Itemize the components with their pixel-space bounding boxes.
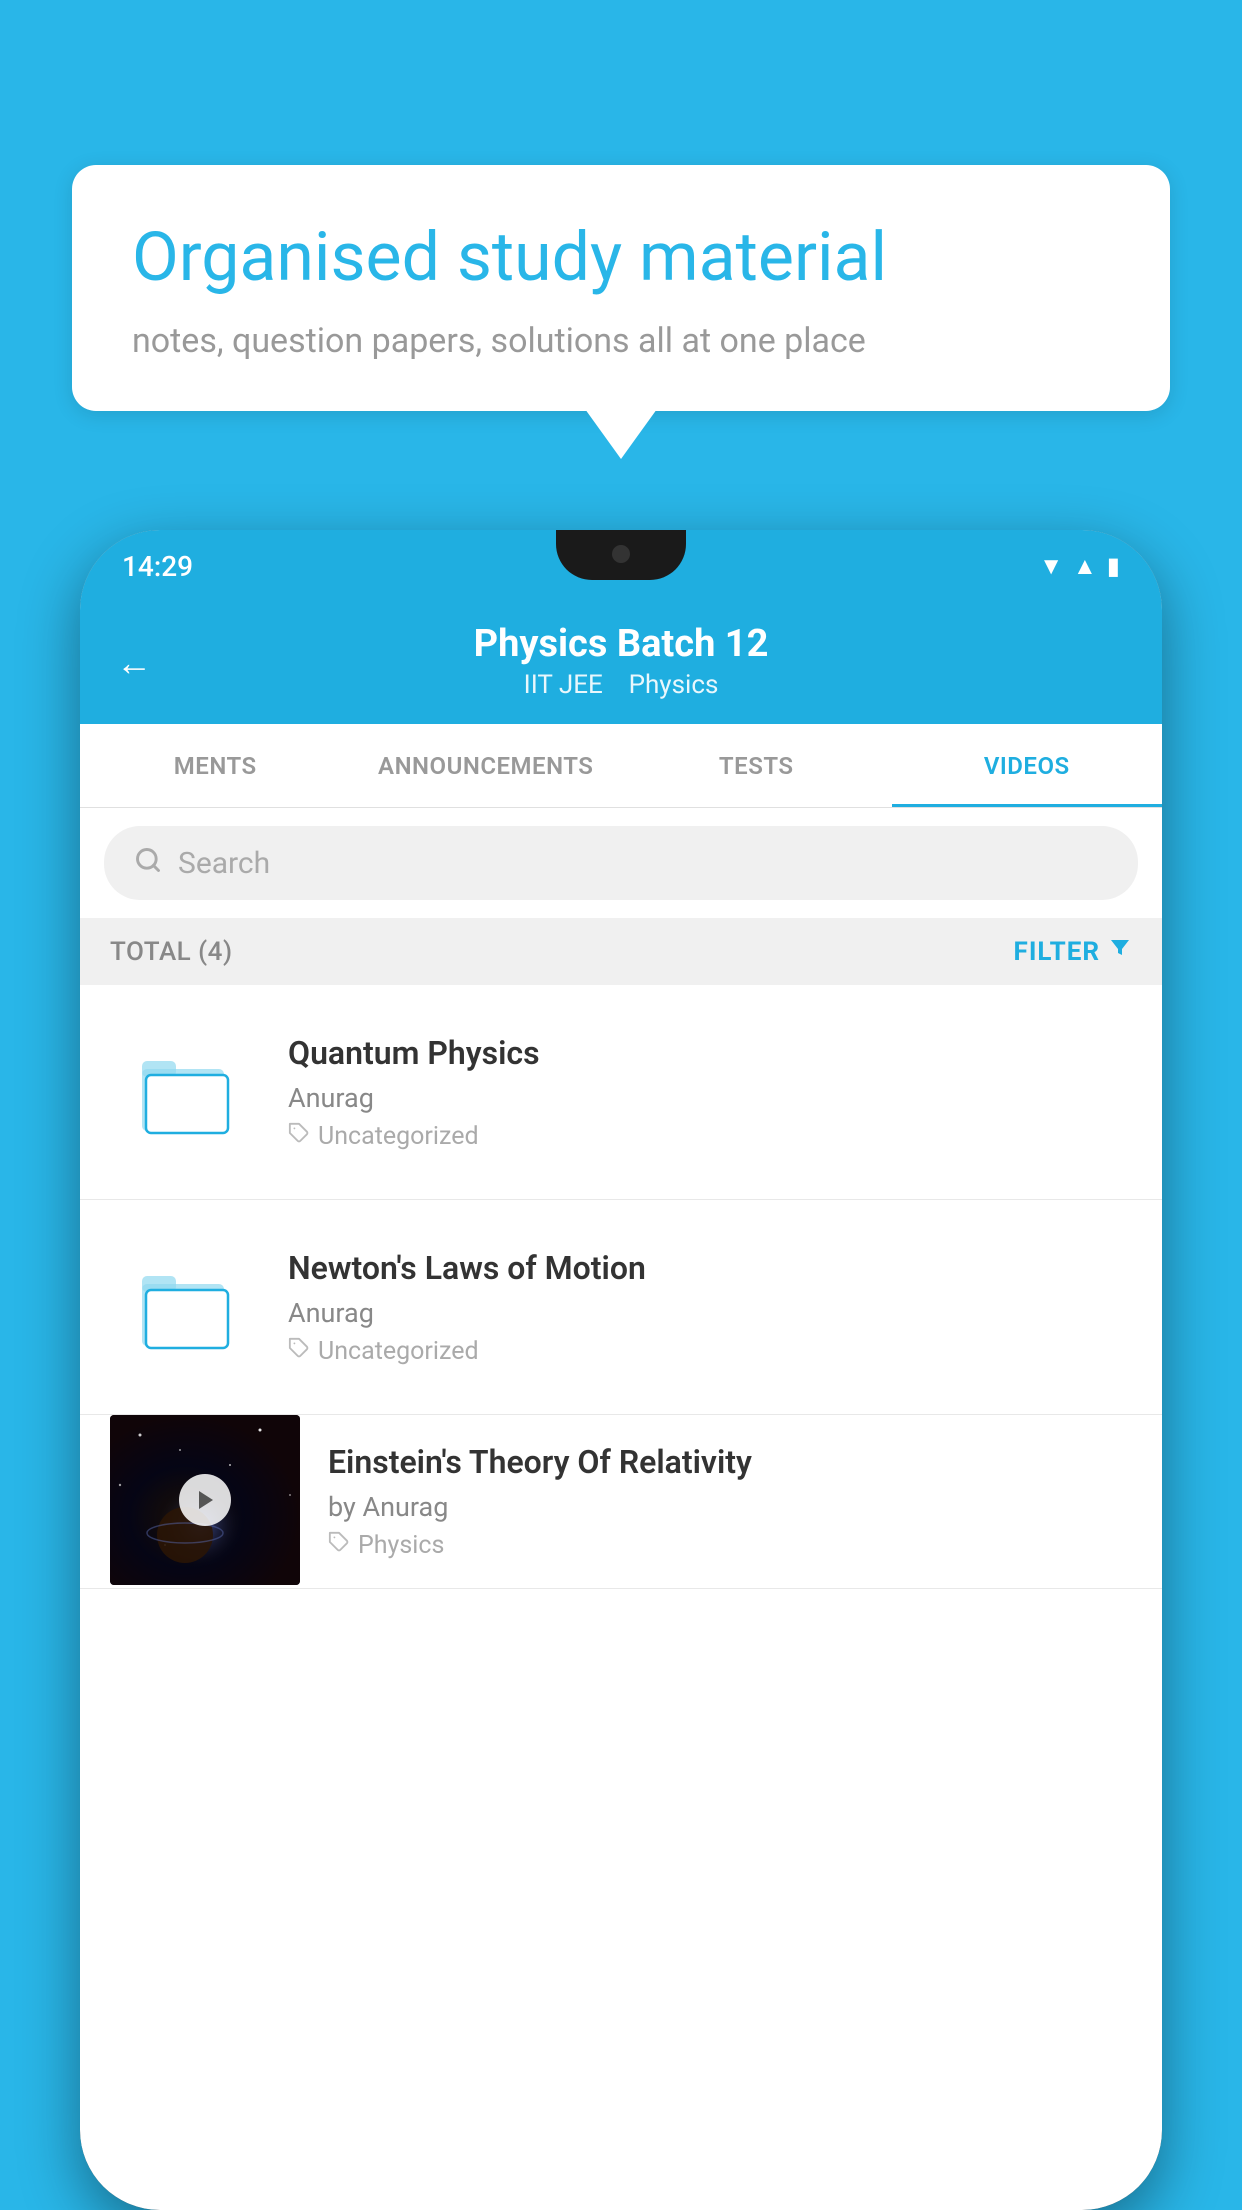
front-camera xyxy=(612,545,630,563)
tabs-bar: MENTS ANNOUNCEMENTS TESTS VIDEOS xyxy=(80,724,1162,808)
app-header: ← Physics Batch 12 IIT JEE Physics xyxy=(80,602,1162,724)
video-tag: Uncategorized xyxy=(288,1337,1132,1366)
tab-tests[interactable]: TESTS xyxy=(621,724,892,807)
back-button[interactable]: ← xyxy=(116,642,152,684)
tag-icon xyxy=(288,1337,310,1366)
speech-bubble: Organised study material notes, question… xyxy=(72,165,1170,411)
tag-text: Uncategorized xyxy=(318,1122,479,1151)
video-author: Anurag xyxy=(288,1082,1132,1114)
list-item[interactable]: Quantum Physics Anurag Uncategorized xyxy=(80,985,1162,1200)
tag-icon xyxy=(328,1531,350,1560)
filter-button[interactable]: FILTER xyxy=(1014,936,1132,967)
video-author: by Anurag xyxy=(328,1491,1132,1523)
video-thumbnail xyxy=(110,1415,300,1585)
folder-icon-container xyxy=(130,1037,240,1147)
search-bar-container: Search xyxy=(80,808,1162,918)
wifi-icon: ▼ xyxy=(1039,552,1063,581)
item-thumbnail xyxy=(110,1232,260,1382)
item-info: Einstein's Theory Of Relativity by Anura… xyxy=(328,1415,1132,1588)
video-title: Newton's Laws of Motion xyxy=(288,1249,1132,1287)
speech-bubble-subtext: notes, question papers, solutions all at… xyxy=(132,321,1110,361)
tab-ments[interactable]: MENTS xyxy=(80,724,351,807)
filter-funnel-icon xyxy=(1108,936,1132,967)
battery-icon: ▮ xyxy=(1107,552,1120,580)
video-tag: Uncategorized xyxy=(288,1122,1132,1151)
subtitle-iit: IIT JEE xyxy=(524,670,603,700)
tag-text: Physics xyxy=(358,1531,444,1560)
tag-icon xyxy=(288,1122,310,1151)
search-icon xyxy=(134,844,162,882)
folder-icon xyxy=(140,1262,230,1352)
tag-text: Uncategorized xyxy=(318,1337,479,1366)
filter-label: FILTER xyxy=(1014,937,1100,967)
status-bar: 14:29 ▼ ▲ ▮ xyxy=(80,530,1162,602)
phone-notch xyxy=(556,530,686,580)
list-item[interactable]: Newton's Laws of Motion Anurag Uncategor… xyxy=(80,1200,1162,1415)
item-info: Quantum Physics Anurag Uncategorized xyxy=(288,1034,1132,1151)
play-icon xyxy=(195,1489,215,1511)
search-bar[interactable]: Search xyxy=(104,826,1138,900)
video-tag: Physics xyxy=(328,1531,1132,1560)
folder-icon-container xyxy=(130,1252,240,1362)
list-item[interactable]: Einstein's Theory Of Relativity by Anura… xyxy=(80,1415,1162,1589)
total-count: TOTAL (4) xyxy=(110,937,233,967)
filter-bar: TOTAL (4) FILTER xyxy=(80,918,1162,985)
subtitle-physics: Physics xyxy=(629,670,719,700)
video-author: Anurag xyxy=(288,1297,1132,1329)
play-button[interactable] xyxy=(179,1474,231,1526)
tab-videos[interactable]: VIDEOS xyxy=(892,724,1163,807)
phone-screen: ← Physics Batch 12 IIT JEE Physics MENTS… xyxy=(80,602,1162,2210)
app-title: Physics Batch 12 xyxy=(120,622,1122,666)
item-info: Newton's Laws of Motion Anurag Uncategor… xyxy=(288,1249,1132,1366)
phone-frame: 14:29 ▼ ▲ ▮ ← Physics Batch 12 IIT JEE P… xyxy=(80,530,1162,2210)
video-title: Einstein's Theory Of Relativity xyxy=(328,1443,1132,1481)
search-input[interactable]: Search xyxy=(178,846,270,881)
status-time: 14:29 xyxy=(122,550,193,583)
tab-announcements[interactable]: ANNOUNCEMENTS xyxy=(351,724,622,807)
folder-icon xyxy=(140,1047,230,1137)
item-thumbnail xyxy=(110,1017,260,1167)
speech-bubble-headline: Organised study material xyxy=(132,217,1110,299)
app-subtitle: IIT JEE Physics xyxy=(120,670,1122,700)
video-list: Quantum Physics Anurag Uncategorized xyxy=(80,985,1162,1589)
status-icons: ▼ ▲ ▮ xyxy=(1039,552,1120,581)
video-title: Quantum Physics xyxy=(288,1034,1132,1072)
signal-icon: ▲ xyxy=(1073,552,1097,581)
